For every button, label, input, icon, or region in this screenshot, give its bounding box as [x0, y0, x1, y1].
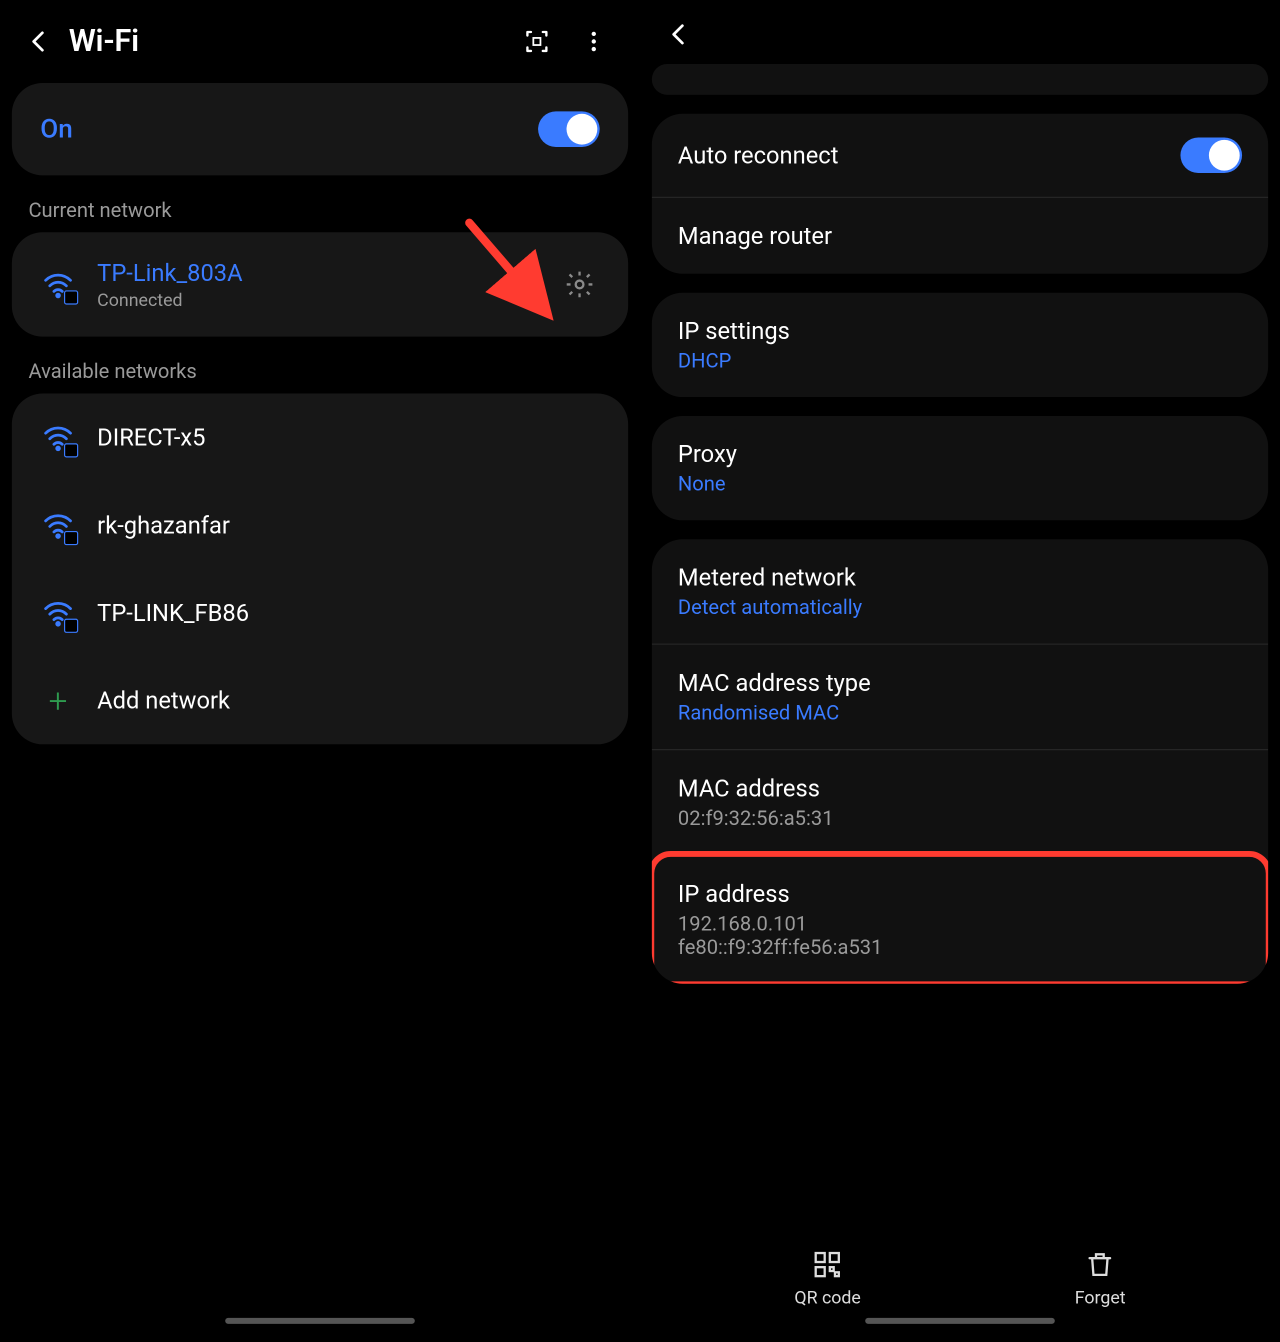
- qr-scan-icon[interactable]: [517, 21, 557, 61]
- plus-icon: +: [40, 683, 76, 719]
- forget-label: Forget: [1075, 1287, 1126, 1308]
- available-network-row[interactable]: rk-ghazanfar: [12, 481, 628, 569]
- back-button[interactable]: [26, 28, 52, 54]
- available-networks-section-label: Available networks: [0, 351, 640, 394]
- ip-settings-label: IP settings: [678, 316, 1242, 344]
- ip-address-v6: fe80::f9:32ff:fe56:a531: [678, 936, 1242, 960]
- ip-settings-value: DHCP: [678, 350, 1242, 374]
- qr-code-icon: [812, 1249, 843, 1280]
- available-network-row[interactable]: TP-LINK_FB86: [12, 569, 628, 657]
- home-indicator: [225, 1318, 415, 1324]
- ip-settings-row[interactable]: IP settings DHCP: [652, 293, 1268, 397]
- header: [640, 0, 1280, 69]
- mac-type-label: MAC address type: [678, 668, 1242, 696]
- current-network-card: TP-Link_803A Connected: [12, 232, 628, 336]
- mac-address-label: MAC address: [678, 774, 1242, 802]
- manage-router-label: Manage router: [678, 222, 1242, 250]
- forget-button[interactable]: Forget: [1075, 1249, 1126, 1308]
- ip-address-label: IP address: [678, 879, 1242, 907]
- metered-value: Detect automatically: [678, 596, 1242, 620]
- manage-router-row[interactable]: Manage router: [652, 197, 1268, 274]
- available-network-row[interactable]: DIRECT-x5: [12, 393, 628, 481]
- wifi-list-screen: Wi-Fi On Current network TP-Link_803A Co…: [0, 0, 640, 1330]
- network-settings-gear-icon[interactable]: [559, 264, 599, 304]
- page-title: Wi-Fi: [69, 24, 500, 60]
- home-indicator: [865, 1318, 1055, 1324]
- wifi-signal-icon: [40, 267, 76, 303]
- proxy-card: Proxy None: [652, 416, 1268, 520]
- qr-code-button[interactable]: QR code: [794, 1249, 861, 1308]
- qr-code-label: QR code: [794, 1287, 861, 1308]
- metered-network-row[interactable]: Metered network Detect automatically: [652, 539, 1268, 643]
- auto-reconnect-label: Auto reconnect: [678, 141, 1181, 169]
- connection-settings-card: Auto reconnect Manage router: [652, 114, 1268, 274]
- add-network-label: Add network: [97, 686, 600, 714]
- wifi-signal-icon: [40, 595, 76, 631]
- ip-address-v4: 192.168.0.101: [678, 913, 1242, 937]
- wifi-signal-icon: [40, 420, 76, 456]
- current-network-row[interactable]: TP-Link_803A Connected: [12, 232, 628, 336]
- metered-label: Metered network: [678, 563, 1242, 591]
- proxy-row[interactable]: Proxy None: [652, 416, 1268, 520]
- wifi-signal-icon: [40, 507, 76, 543]
- current-network-section-label: Current network: [0, 190, 640, 233]
- header: Wi-Fi: [0, 0, 640, 83]
- mac-address-value: 02:f9:32:56:a5:31: [678, 807, 1242, 831]
- network-name: rk-ghazanfar: [97, 511, 600, 539]
- auto-reconnect-toggle[interactable]: [1180, 137, 1242, 173]
- network-info-card: Metered network Detect automatically MAC…: [652, 539, 1268, 983]
- current-network-status: Connected: [97, 289, 508, 310]
- bottom-action-bar: QR code Forget: [640, 1249, 1280, 1308]
- ip-settings-card: IP settings DHCP: [652, 293, 1268, 397]
- mac-type-value: Randomised MAC: [678, 702, 1242, 726]
- trash-icon: [1085, 1249, 1116, 1280]
- network-name: TP-LINK_FB86: [97, 599, 600, 627]
- wifi-detail-screen: Auto reconnect Manage router IP settings…: [640, 0, 1280, 1330]
- auto-reconnect-row[interactable]: Auto reconnect: [652, 114, 1268, 197]
- wifi-toggle[interactable]: [538, 111, 600, 147]
- network-name: DIRECT-x5: [97, 423, 600, 451]
- back-button[interactable]: [666, 21, 692, 47]
- ip-address-row: IP address 192.168.0.101 fe80::f9:32ff:f…: [652, 855, 1268, 984]
- more-icon[interactable]: [574, 21, 614, 61]
- available-networks-card: DIRECT-x5 rk-ghazanfar TP-LINK_FB86 + Ad…: [12, 393, 628, 744]
- wifi-on-label: On: [40, 114, 516, 144]
- mac-type-row[interactable]: MAC address type Randomised MAC: [652, 644, 1268, 749]
- divider: [530, 267, 531, 303]
- proxy-value: None: [678, 473, 1242, 497]
- current-network-text: TP-Link_803A Connected: [97, 258, 508, 310]
- current-network-name: TP-Link_803A: [97, 258, 508, 286]
- mac-address-row: MAC address 02:f9:32:56:a5:31: [652, 749, 1268, 854]
- wifi-toggle-card: On: [12, 83, 628, 175]
- proxy-label: Proxy: [678, 440, 1242, 468]
- wifi-toggle-row[interactable]: On: [12, 83, 628, 175]
- truncated-card: [652, 64, 1268, 95]
- add-network-row[interactable]: + Add network: [12, 657, 628, 745]
